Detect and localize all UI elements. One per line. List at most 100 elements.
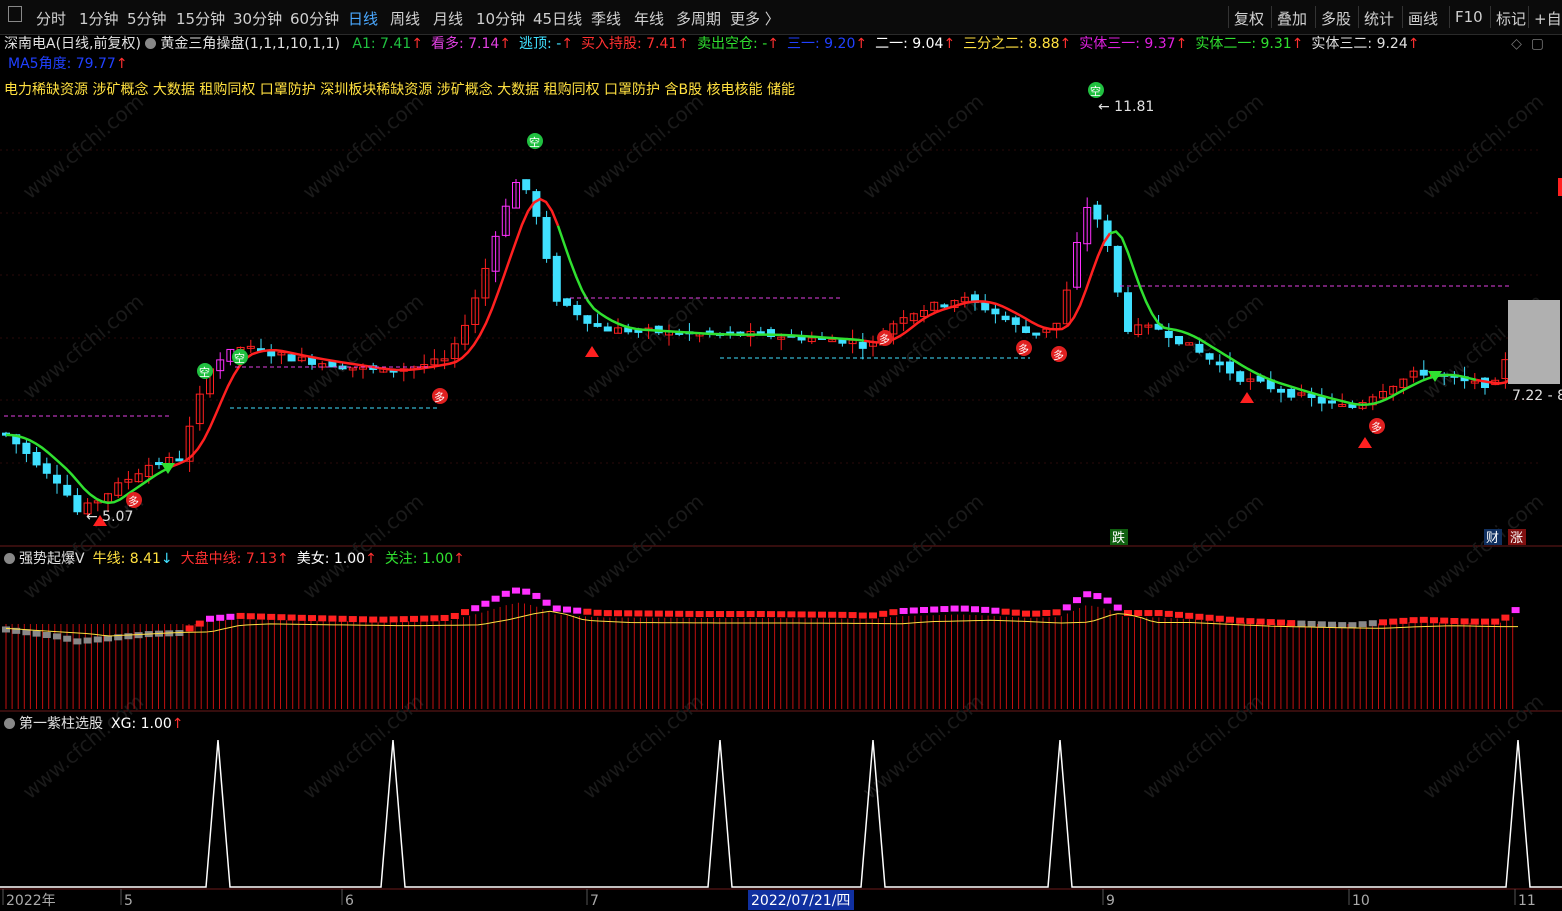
watermark: www.cfchi.com [1418, 89, 1548, 204]
candle-body [858, 341, 867, 349]
candle-body [1226, 361, 1234, 374]
candle-body [1419, 369, 1428, 376]
strength-block [1317, 621, 1326, 628]
sub1-name[interactable]: 强势起爆V [19, 551, 85, 567]
candle-body [1164, 330, 1173, 338]
watermark: www.cfchi.com [858, 289, 988, 404]
candle-body [63, 484, 72, 496]
price-range-box [1508, 300, 1560, 384]
sub2-indicator-header: 第一紫柱选股 XG: 1.00↑ [4, 713, 184, 733]
strength-block [1144, 610, 1153, 617]
strength-block [318, 615, 327, 622]
sell-signal-triangle [161, 463, 175, 474]
strength-block [787, 611, 796, 618]
sub1-value-2: 美女: 1.00 [296, 551, 366, 567]
candle-body [940, 304, 949, 308]
strength-block [1277, 619, 1285, 626]
candle-body [1093, 204, 1102, 220]
strength-block [1052, 609, 1061, 616]
candle-body [32, 452, 41, 466]
strength-block [879, 610, 888, 617]
duo-signal-label: 多 [434, 390, 445, 404]
strength-block [644, 610, 653, 617]
zhang-badge-label: 涨 [1510, 531, 1523, 546]
strength-block [1042, 609, 1051, 616]
low-price-label: ← 5.07 [86, 509, 133, 525]
strength-block [1491, 618, 1500, 625]
strength-block [1256, 618, 1265, 625]
strength-block [440, 614, 449, 621]
strength-block [185, 625, 194, 632]
candle-body [1175, 336, 1183, 345]
strength-block [1246, 618, 1255, 625]
strength-block [1328, 621, 1336, 628]
strength-block [491, 595, 500, 602]
watermark: www.cfchi.com [18, 689, 148, 804]
strength-block [512, 587, 520, 594]
strength-block [807, 611, 816, 618]
strength-block [420, 615, 429, 622]
strength-block [1093, 593, 1102, 600]
strength-block [889, 609, 898, 616]
strength-block [654, 610, 663, 617]
strength-block [2, 626, 10, 633]
strength-block [1409, 617, 1418, 624]
candle-body [42, 463, 51, 474]
watermark: www.cfchi.com [298, 89, 428, 204]
strength-block [1348, 622, 1357, 629]
sub1-indicator-header: 强势起爆V 牛线: 8.41↓ 大盘中线: 7.13↑ 美女: 1.00↑ 关注: 1.… [4, 548, 465, 568]
time-axis-label: 2022年 [6, 893, 56, 909]
strength-block [461, 609, 469, 616]
strength-block [481, 600, 490, 607]
strength-block [359, 616, 367, 623]
sub1-value-3: 关注: 1.00 [384, 551, 454, 567]
kong-signal-label: 空 [529, 135, 540, 149]
time-axis-label: 10 [1352, 893, 1370, 909]
strength-block [563, 606, 571, 613]
strength-block [1022, 610, 1030, 617]
watermark: www.cfchi.com [1418, 689, 1548, 804]
time-axis-label: 7 [590, 893, 599, 909]
candle-body [1287, 388, 1296, 398]
strength-block [899, 607, 908, 614]
sub2-name[interactable]: 第一紫柱选股 [19, 716, 103, 732]
stock-chart: www.cfchi.com www.cfchi.com www.cfchi.com w… [0, 82, 1562, 910]
strength-block [838, 611, 847, 618]
strength-block [1399, 617, 1408, 624]
strength-block [552, 605, 561, 612]
strength-block [328, 615, 337, 622]
strength-block [206, 615, 214, 622]
strength-block [1103, 597, 1112, 604]
strength-block [940, 606, 949, 613]
strength-block [287, 614, 296, 621]
strength-block [858, 612, 867, 619]
moving-average-line [556, 225, 865, 342]
strength-block [950, 605, 959, 612]
sub1-value-0: 牛线: 8.41 [92, 551, 161, 567]
strength-block [1511, 607, 1520, 614]
strength-block [348, 616, 357, 623]
candle-body [593, 323, 602, 327]
strength-block [1266, 619, 1275, 626]
kong-signal-label: 空 [199, 365, 210, 379]
buy-signal-triangle [1240, 392, 1254, 403]
strength-block [42, 632, 51, 639]
strength-block [63, 635, 72, 642]
strength-block [1368, 620, 1377, 627]
candle-body [287, 354, 296, 362]
strength-block [1175, 611, 1183, 618]
strength-block [573, 607, 582, 614]
candle-body [1317, 396, 1326, 404]
candle-body [1011, 317, 1020, 325]
strength-block [542, 599, 551, 606]
strength-block [971, 606, 979, 613]
strength-block [93, 636, 102, 643]
strength-block [308, 615, 316, 622]
candle-body [573, 304, 582, 316]
duo-signal-label: 多 [1053, 348, 1064, 362]
strength-block [869, 612, 877, 619]
strength-block [981, 606, 990, 613]
watermark: www.cfchi.com [298, 289, 428, 404]
strength-block [1481, 618, 1489, 625]
sub2-value-0: XG: 1.00 [111, 716, 172, 732]
